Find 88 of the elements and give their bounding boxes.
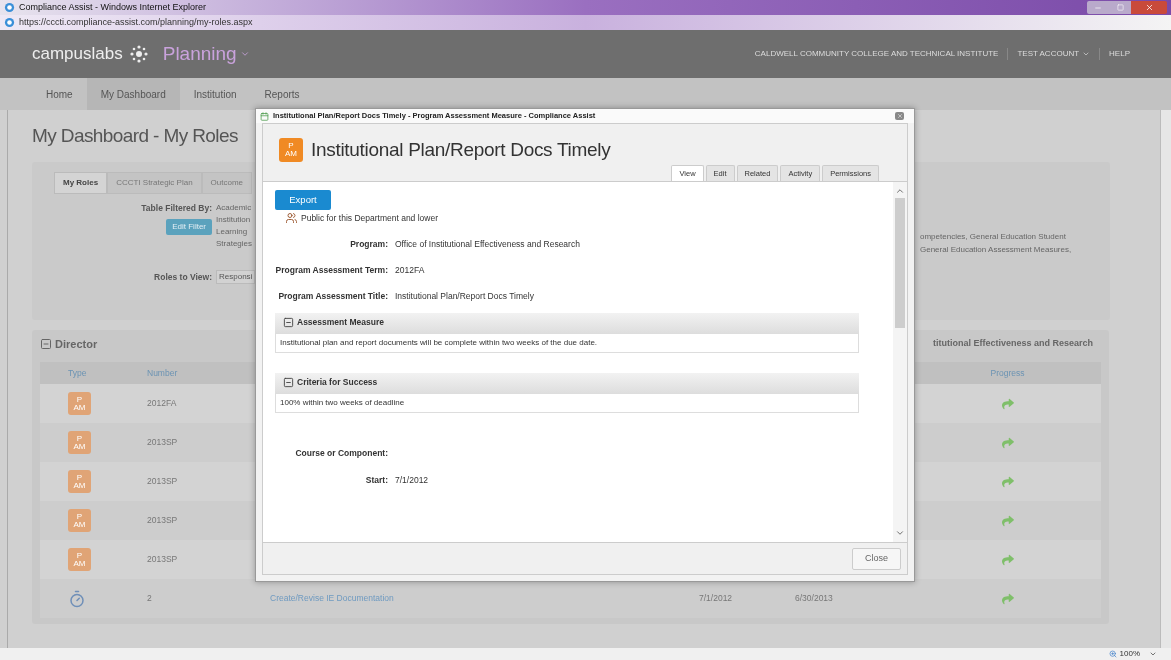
dialog-title: Institutional Plan/Report Docs Timely [311,138,611,162]
table-cell-text: 2013SP [146,553,178,566]
roles-label: Roles to View: [153,270,213,284]
edit-filter-button[interactable]: Edit Filter [166,218,212,235]
maximize-button[interactable] [1109,1,1131,14]
filter-value: Institution [216,214,252,226]
section-title: titutional Effectiveness and Research [932,337,1093,351]
logo-icon [128,44,149,64]
field-label: Program Assessment Term: [275,263,388,277]
table-cell-text: 2013SP [146,514,178,527]
close-button[interactable] [1131,1,1167,14]
scroll-up-icon[interactable] [895,186,905,196]
stopwatch-icon [68,589,86,608]
browser-logo-icon [4,17,15,28]
field-value: 2012FA [395,263,425,277]
module-menu[interactable]: Planning [162,39,250,69]
zoom-level[interactable]: 100% [1119,648,1140,660]
address-bar[interactable]: https://cccti.compliance-assist.com/planning/my-roles.aspx [19,15,253,30]
header-link[interactable]: TEST ACCOUNT [1007,48,1100,60]
forward-arrow-icon[interactable] [1000,475,1015,488]
forward-arrow-icon[interactable] [1000,397,1015,410]
field-label: Program: [349,237,388,251]
table-cell-text: 2013SP [146,436,178,449]
type-badge: P AM [68,470,91,493]
table-cell-text: 2013SP [146,475,178,488]
scroll-down-icon[interactable] [895,528,905,538]
section-title: Director [55,336,98,352]
header-link[interactable]: HELP [1099,48,1139,60]
roles-select[interactable]: Responsi [216,270,256,284]
filter-label: Table Filtered By: [141,202,212,215]
section-body: 100% within two weeks of deadline [275,392,859,413]
caret-icon [239,49,250,59]
maximize-icon [1116,4,1124,11]
filter-value: Learning [216,226,249,238]
roles-tab[interactable]: Outcome [201,172,253,194]
table-cell-text: 2 [146,592,152,605]
roles-tab[interactable]: My Roles [54,172,108,194]
type-badge: P AM [68,548,91,571]
collapse-icon[interactable] [283,317,294,329]
forward-arrow-icon[interactable] [1000,553,1015,566]
close-icon[interactable] [895,112,904,120]
close-icon [1144,3,1154,12]
forward-arrow-icon[interactable] [1000,592,1015,605]
type-badge: P AM [279,138,303,163]
table-cell-text: 2012FA [146,397,177,410]
filter-value: General Education Assessment Measures, [920,244,1073,256]
section-body: Institutional plan and report documents will be complete within two weeks of the due date. [275,332,859,353]
dialog-calendar-icon [260,111,269,121]
export-button[interactable]: Export [275,190,331,210]
nav-tab[interactable]: My Dashboard [86,78,180,110]
field-value: Institutional Plan/Report Docs Timely [395,289,534,303]
field-label: Start: [364,473,388,487]
scrollbar[interactable] [893,182,907,542]
section-title: Criteria for Success [297,376,378,390]
people-icon [285,212,298,225]
table-cell-text: 7/1/2012 [698,592,733,605]
nav-tab[interactable]: Reports [250,78,314,110]
roles-tab[interactable]: CCCTI Strategic Plan [107,172,202,194]
minimize-button[interactable] [1087,1,1109,14]
filter-value: ompetencies, General Education Student [920,231,1067,243]
type-badge: P AM [68,392,91,415]
nav-tab[interactable]: Institution [179,78,251,110]
window-title: Compliance Assist - Windows Internet Explorer [19,0,207,14]
field-label: Program Assessment Title: [277,289,388,303]
browser-logo-icon [4,2,15,13]
collapse-icon[interactable] [40,338,52,350]
field-value: 7/1/2012 [395,473,429,487]
close-button[interactable]: Close [852,547,901,570]
header-link[interactable]: CALDWELL COMMUNITY COLLEGE AND TECHNICAL INSTITUTE [745,48,1008,60]
forward-arrow-icon[interactable] [1000,514,1015,527]
zoom-icon [1108,650,1117,658]
caret-icon [1082,50,1091,58]
brand-logo-text: campuslabs [32,43,123,66]
collapse-icon[interactable] [283,377,294,389]
visibility-text: Public for this Department and lower [301,212,438,225]
table-cell-text: 6/30/2013 [794,592,833,605]
type-badge: P AM [68,509,91,532]
section-title: Assessment Measure [297,316,384,330]
nav-tab[interactable]: Home [32,78,87,110]
page-scrollbar[interactable] [1160,110,1171,648]
field-label: Course or Component: [294,446,388,460]
filter-value: Academic [216,202,253,214]
page-title: My Dashboard - My Roles [32,123,238,148]
caret-icon [1149,650,1157,658]
filter-value: Strategies [216,238,253,250]
forward-arrow-icon[interactable] [1000,436,1015,449]
type-badge: P AM [68,431,91,454]
field-value: Office of Institutional Effectiveness and Research [395,237,580,251]
